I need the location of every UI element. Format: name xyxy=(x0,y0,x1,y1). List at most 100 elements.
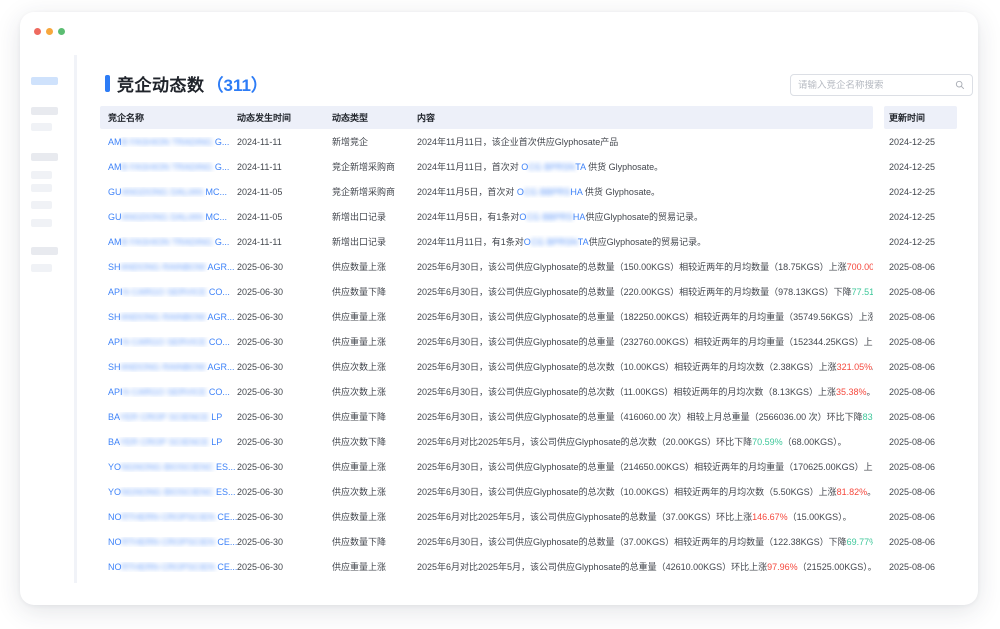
company-name-link[interactable]: BAYER CROP SCIENCE LP xyxy=(108,437,222,447)
company-name-link[interactable]: NORTHERN CROPSCIEN CE... xyxy=(108,537,237,547)
update-time: 2025-08-06 xyxy=(884,262,957,272)
company-name-link[interactable]: APIN CARGO SERVICE CO... xyxy=(108,287,230,297)
content-text: 2025年6月30日，该公司供应Glyphosate的总重量（232760.00… xyxy=(417,337,873,347)
event-type: 供应次数上涨 xyxy=(332,485,417,498)
event-type: 新增出口记录 xyxy=(332,210,417,223)
table-row: NORTHERN CROPSCIEN CE...2025-06-30供应数量上涨… xyxy=(100,504,957,529)
company-name-link[interactable]: SHANDONG RAINBOW AGR... xyxy=(108,362,235,372)
content-blurred-link[interactable]: CG BBPRS xyxy=(524,187,571,197)
event-content: 2024年11月5日，有1条对OCG BBPRSHA供应Glyphosate的贸… xyxy=(417,210,873,223)
update-time: 2025-08-06 xyxy=(884,537,957,547)
content-link[interactable]: TA xyxy=(575,162,585,172)
content-link[interactable]: O xyxy=(517,187,524,197)
update-time: 2025-08-06 xyxy=(884,337,957,347)
content-blurred-link[interactable]: CG BPRSN xyxy=(531,237,578,247)
page-header: 竞企动态数 （311） xyxy=(105,73,268,93)
sidebar-item[interactable] xyxy=(31,247,58,255)
event-content: 2025年6月30日，该公司供应Glyphosate的总数量（150.00KGS… xyxy=(417,260,873,273)
company-name-link[interactable]: GUANGDONG DALIAN MC... xyxy=(108,212,227,222)
company-name-link[interactable]: YONGNONG BIOSCIENC ES... xyxy=(108,487,236,497)
search-input[interactable] xyxy=(798,80,955,91)
event-content: 2024年11月11日，有1条对OCG BPRSNTA供应Glyphosate的… xyxy=(417,235,873,248)
column-header-company: 竞企名称 xyxy=(100,111,237,124)
event-time: 2024-11-11 xyxy=(237,237,332,247)
company-name-link[interactable]: SHANDONG RAINBOW AGR... xyxy=(108,262,235,272)
sidebar-item[interactable] xyxy=(31,153,58,161)
column-header-event-type: 动态类型 xyxy=(332,111,417,124)
event-content: 2025年6月30日，该公司供应Glyphosate的总次数（10.00KGS）… xyxy=(417,360,873,373)
event-time: 2025-06-30 xyxy=(237,462,332,472)
update-time: 2025-08-06 xyxy=(884,312,957,322)
table-header: 竞企名称 动态发生时间 动态类型 内容 更新时间 xyxy=(100,106,957,129)
table-row: AMB FASHION TRADING G...2024-11-11新增竞企20… xyxy=(100,129,957,154)
content-text: 供应Glyphosate的贸易记录。 xyxy=(589,237,707,247)
app-window: 竞企动态数 （311） 竞企名称 动态发生时间 动态类型 内容 更新时间 AMB… xyxy=(20,12,978,605)
content-text: 2024年11月5日，有1条对 xyxy=(417,212,519,222)
company-name-link[interactable]: NORTHERN CROPSCIEN CE... xyxy=(108,512,237,522)
company-name-link[interactable]: AMB FASHION TRADING G... xyxy=(108,162,229,172)
event-time: 2025-06-30 xyxy=(237,487,332,497)
event-time: 2025-06-30 xyxy=(237,287,332,297)
company-name-blurred: ANDONG RAINBOW xyxy=(121,312,206,322)
sidebar-item[interactable] xyxy=(31,123,52,131)
content-text: 供货 Glyphosate。 xyxy=(582,187,660,197)
content-text: 2025年6月对比2025年5月，该公司供应Glyphosate的总重量（426… xyxy=(417,562,767,572)
event-time: 2024-11-05 xyxy=(237,212,332,222)
sidebar-item[interactable] xyxy=(31,171,52,179)
update-time: 2025-08-06 xyxy=(884,512,957,522)
company-name-blurred: B FASHION TRADING xyxy=(122,237,213,247)
sidebar-item[interactable] xyxy=(31,201,52,209)
percent-up: 35.38% xyxy=(836,387,867,397)
event-type: 供应数量上涨 xyxy=(332,510,417,523)
content-text: 2024年11月5日，首次对 xyxy=(417,187,517,197)
sidebar-item[interactable] xyxy=(31,184,52,192)
event-type: 新增竞企 xyxy=(332,135,417,148)
close-window-button[interactable] xyxy=(34,28,41,35)
sidebar-item[interactable] xyxy=(31,264,52,272)
company-name-link[interactable]: SHANDONG RAINBOW AGR... xyxy=(108,312,235,322)
company-name-link[interactable]: NORTHERN CROPSCIEN CE... xyxy=(108,562,237,572)
sidebar-item[interactable] xyxy=(31,107,58,115)
content-link[interactable]: O xyxy=(524,237,531,247)
percent-up: 97.96% xyxy=(767,562,798,572)
company-name-blurred: RTHERN CROPSCIEN xyxy=(122,562,215,572)
sidebar-item-active[interactable] xyxy=(31,77,58,85)
company-name-link[interactable]: YONGNONG BIOSCIENC ES... xyxy=(108,462,236,472)
content-link[interactable]: HA xyxy=(570,187,582,197)
event-content: 2025年6月30日，该公司供应Glyphosate的总重量（214650.00… xyxy=(417,460,873,473)
company-name-link[interactable]: AMB FASHION TRADING G... xyxy=(108,237,229,247)
event-time: 2025-06-30 xyxy=(237,437,332,447)
content-text: 2024年11月11日，有1条对 xyxy=(417,237,524,247)
event-content: 2024年11月11日，首次对 OCG BPRSNTA 供货 Glyphosat… xyxy=(417,160,873,173)
table-row: YONGNONG BIOSCIENC ES...2025-06-30供应重量上涨… xyxy=(100,454,957,479)
company-name-blurred: B FASHION TRADING xyxy=(122,162,213,172)
event-time: 2025-06-30 xyxy=(237,262,332,272)
company-name-blurred: B FASHION TRADING xyxy=(122,137,213,147)
minimize-window-button[interactable] xyxy=(46,28,53,35)
content-text: 供货 Glyphosate。 xyxy=(586,162,664,172)
percent-down: 77.51% xyxy=(852,287,873,297)
event-content: 2025年6月对比2025年5月，该公司供应Glyphosate的总数量（37.… xyxy=(417,510,873,523)
header-gap xyxy=(873,106,884,129)
company-name-link[interactable]: APIN CARGO SERVICE CO... xyxy=(108,337,230,347)
content-text: 2024年11月11日，首次对 xyxy=(417,162,521,172)
content-text: 2025年6月对比2025年5月，该公司供应Glyphosate的总次数（20.… xyxy=(417,437,752,447)
update-time: 2024-12-25 xyxy=(884,137,957,147)
company-name-link[interactable]: GUANGDONG DALIAN MC... xyxy=(108,187,227,197)
company-name-link[interactable]: APIN CARGO SERVICE CO... xyxy=(108,387,230,397)
maximize-window-button[interactable] xyxy=(58,28,65,35)
table-row: NORTHERN CROPSCIEN CE...2025-06-30供应数量下降… xyxy=(100,529,957,554)
search-icon[interactable] xyxy=(955,80,965,90)
event-content: 2024年11月5日，首次对 OCG BBPRSHA 供货 Glyphosate… xyxy=(417,185,873,198)
content-link[interactable]: TA xyxy=(578,237,589,247)
company-name-blurred: ANDONG RAINBOW xyxy=(121,262,206,272)
event-type: 供应重量下降 xyxy=(332,410,417,423)
content-blurred-link[interactable]: CG BPRSN xyxy=(528,162,575,172)
company-name-blurred: N CARGO SERVICE xyxy=(123,287,207,297)
company-name-link[interactable]: BAYER CROP SCIENCE LP xyxy=(108,412,222,422)
content-link[interactable]: HA xyxy=(573,212,586,222)
content-blurred-link[interactable]: CG BBPRS xyxy=(526,212,573,222)
sidebar-item[interactable] xyxy=(31,219,52,227)
company-name-blurred: RTHERN CROPSCIEN xyxy=(122,537,215,547)
company-name-link[interactable]: AMB FASHION TRADING G... xyxy=(108,137,229,147)
